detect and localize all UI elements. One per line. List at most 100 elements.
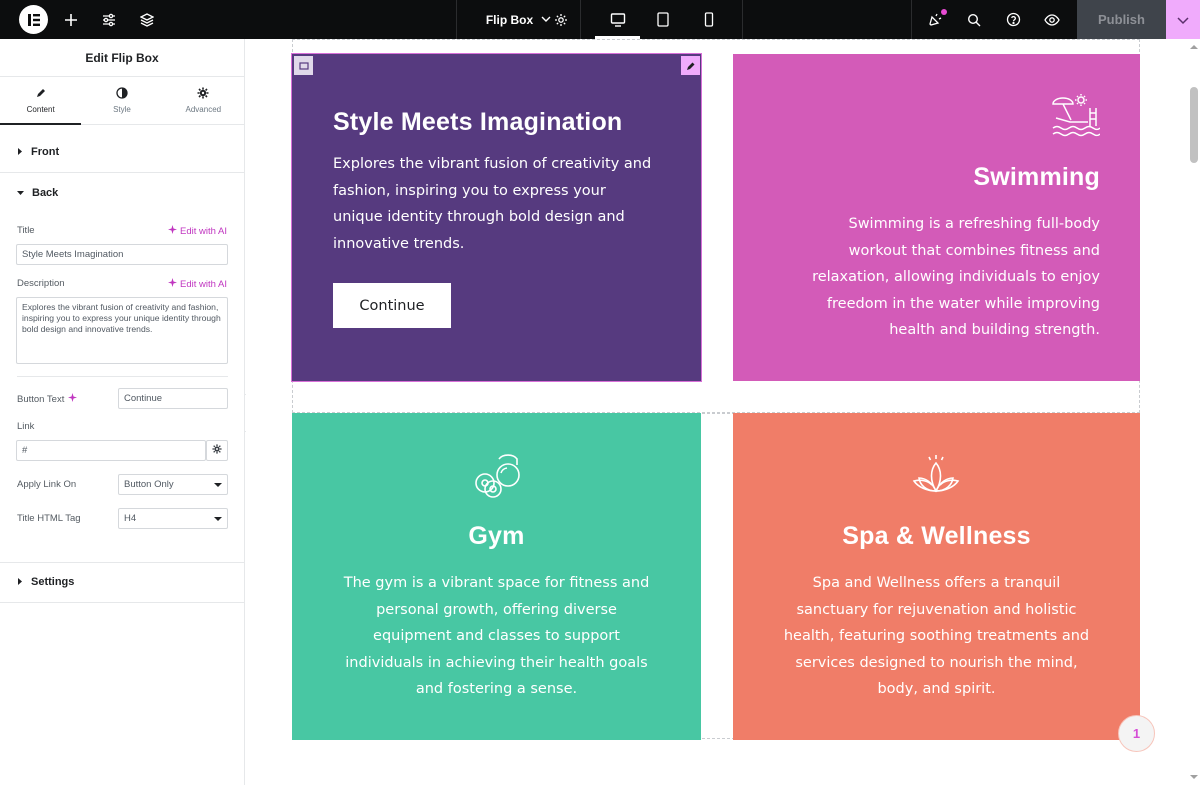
scroll-thumb[interactable] xyxy=(1190,87,1198,163)
section-settings[interactable]: Settings xyxy=(0,562,244,602)
tab-advanced[interactable]: Advanced xyxy=(163,77,244,124)
sparkle-icon xyxy=(168,278,177,290)
tab-style[interactable]: Style xyxy=(81,77,162,124)
edit-with-ai-link[interactable]: Edit with AI xyxy=(168,225,227,237)
description-textarea[interactable]: Explores the vibrant fusion of creativit… xyxy=(16,297,228,364)
caret-down-icon xyxy=(17,187,24,199)
card-description-line: personal growth, offering diverse xyxy=(376,601,617,618)
chevron-down-icon xyxy=(1177,10,1189,29)
preview-eye-icon[interactable] xyxy=(1037,0,1067,39)
canvas-scrollbar[interactable] xyxy=(1188,39,1200,785)
panel-title: Edit Flip Box xyxy=(0,39,244,77)
flip-box-style[interactable]: Style Meets Imagination Explores the vib… xyxy=(291,53,702,382)
editor-panel: Edit Flip Box Content Style Advanced Fro… xyxy=(0,39,245,785)
mobile-icon[interactable] xyxy=(694,0,724,39)
card-description-line: unique identity through bold design and xyxy=(333,209,625,225)
settings-sliders-icon[interactable] xyxy=(94,0,124,39)
document-title: Flip Box xyxy=(485,12,534,27)
continue-button[interactable]: Continue xyxy=(333,283,451,328)
card-description-line: individuals in achieving their health go… xyxy=(345,654,648,671)
card-title: Spa & Wellness xyxy=(842,522,1031,550)
card-description-line: services designed to nourish the mind, xyxy=(795,654,1078,671)
elementor-logo-icon[interactable] xyxy=(19,5,48,34)
section-settings-label: Settings xyxy=(31,576,75,588)
tablet-icon[interactable] xyxy=(648,0,678,39)
pencil-icon xyxy=(35,87,47,101)
link-label: Link xyxy=(17,421,35,432)
card-description-line: relaxation, allowing individuals to enjo… xyxy=(812,269,1100,285)
tab-label: Style xyxy=(113,105,131,114)
card-description-line: sanctuary for rejuvenation and holistic xyxy=(796,601,1077,618)
edit-with-ai-label: Edit with AI xyxy=(180,278,227,290)
card-description-line: Spa and Wellness offers a tranquil xyxy=(812,575,1061,591)
edit-with-ai-label: Edit with AI xyxy=(180,225,227,237)
kettlebell-icon xyxy=(471,453,523,503)
caret-down-icon xyxy=(214,483,222,487)
description-label: Description xyxy=(17,278,65,289)
card-description-line: Swimming is a refreshing full-body xyxy=(848,216,1100,232)
flip-box-swimming[interactable]: Swimming Swimming is a refreshing full-b… xyxy=(733,54,1140,381)
top-bar: Flip Box Publish xyxy=(0,0,1200,39)
search-icon[interactable] xyxy=(959,0,989,39)
caret-right-icon xyxy=(17,576,23,588)
sparkle-icon[interactable] xyxy=(68,393,78,405)
contrast-icon xyxy=(116,87,128,101)
toolbar-divider xyxy=(742,0,743,39)
title-tag-select[interactable]: H4 xyxy=(118,508,228,529)
edit-widget-pencil-icon[interactable] xyxy=(681,56,700,75)
container-handle-icon[interactable] xyxy=(294,56,313,75)
apply-link-select[interactable]: Button Only xyxy=(118,474,228,495)
card-description-line: equipment and classes to support xyxy=(373,628,620,644)
toolbar-divider xyxy=(911,0,912,39)
link-options-button[interactable] xyxy=(206,440,228,461)
title-label: Title xyxy=(17,225,35,236)
card-description-line: health and building strength. xyxy=(889,322,1100,338)
gear-icon xyxy=(212,444,222,457)
card-description: Swimming is a refreshing full-body worko… xyxy=(770,211,1100,344)
desktop-icon[interactable] xyxy=(603,0,633,39)
button-text-label-row: Button Text xyxy=(17,393,78,405)
title-input[interactable]: Style Meets Imagination xyxy=(16,244,228,265)
tab-label: Content xyxy=(26,105,55,114)
title-tag-label: Title HTML Tag xyxy=(17,513,81,524)
gear-icon xyxy=(197,87,209,101)
tab-label: Advanced xyxy=(185,105,222,114)
divider xyxy=(17,376,228,377)
scroll-down-icon xyxy=(1190,775,1198,779)
section-front[interactable]: Front xyxy=(0,132,244,172)
apply-link-value: Button Only xyxy=(124,479,174,490)
card-description-line: freedom in the water while improving xyxy=(826,295,1100,312)
gear-icon[interactable] xyxy=(546,0,576,39)
card-description: Spa and Wellness offers a tranquil sanct… xyxy=(753,570,1120,703)
card-description-line: fashion, inspiring you to express your xyxy=(333,182,606,199)
card-description-line: and fostering a sense. xyxy=(415,681,578,697)
flip-box-spa-wellness[interactable]: Spa & Wellness Spa and Wellness offers a… xyxy=(733,413,1140,740)
section-back[interactable]: Back xyxy=(0,173,244,213)
card-description-line: health, featuring soothing treatments an… xyxy=(783,628,1090,644)
button-text-input[interactable]: Continue xyxy=(118,388,228,409)
card-title: Style Meets Imagination xyxy=(333,108,623,136)
layers-icon[interactable] xyxy=(132,0,162,39)
edit-with-ai-link[interactable]: Edit with AI xyxy=(168,278,227,290)
scroll-up-icon xyxy=(1190,45,1198,49)
flip-box-gym[interactable]: Gym The gym is a vibrant space for fitne… xyxy=(292,413,701,740)
card-description-line: Explores the vibrant fusion of creativit… xyxy=(333,156,652,172)
card-description-line: workout that combines fitness and xyxy=(848,242,1100,259)
caret-right-icon xyxy=(17,146,23,158)
add-icon[interactable] xyxy=(56,0,86,39)
sparkle-icon xyxy=(168,225,177,237)
page-count-badge[interactable]: 1 xyxy=(1118,715,1155,752)
help-icon[interactable] xyxy=(998,0,1028,39)
notifications-icon[interactable] xyxy=(920,0,950,39)
tab-content[interactable]: Content xyxy=(0,77,82,125)
apply-link-label: Apply Link On xyxy=(17,479,77,490)
panel-tabs: Content Style Advanced xyxy=(0,77,244,125)
beach-pool-icon xyxy=(1050,94,1101,142)
section-front-label: Front xyxy=(31,146,60,158)
toolbar-divider xyxy=(580,0,581,39)
link-input[interactable]: # xyxy=(16,440,206,461)
publish-button[interactable]: Publish xyxy=(1077,0,1166,39)
notification-dot xyxy=(941,9,947,15)
card-description-line: The gym is a vibrant space for fitness a… xyxy=(343,575,650,591)
publish-options-button[interactable] xyxy=(1166,0,1200,39)
